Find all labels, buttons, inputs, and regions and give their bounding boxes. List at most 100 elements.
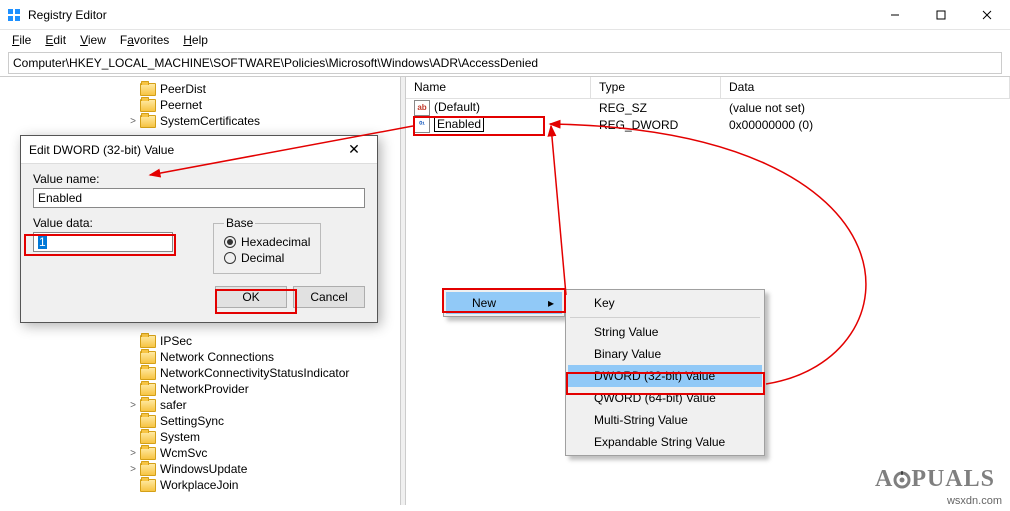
- window-controls: [872, 0, 1010, 30]
- context-menu-value-type: Key String ValueBinary ValueDWORD (32-bit…: [565, 289, 765, 456]
- maximize-button[interactable]: [918, 0, 964, 30]
- tree-item[interactable]: > SystemCertificates: [0, 113, 400, 129]
- watermark-site: wsxdn.com: [947, 495, 1002, 507]
- tree-item[interactable]: Peernet: [0, 97, 400, 113]
- tree-item[interactable]: > WindowsUpdate: [0, 461, 400, 477]
- tree-item-label: IPSec: [160, 334, 192, 348]
- tree-item-label: NetworkConnectivityStatusIndicator: [160, 366, 349, 380]
- folder-icon: [140, 447, 156, 460]
- tree-item-label: Network Connections: [160, 350, 274, 364]
- menu-item[interactable]: DWORD (32-bit) Value: [568, 365, 762, 387]
- tree-item[interactable]: System: [0, 429, 400, 445]
- context-menu-new: New ▸: [443, 289, 565, 317]
- tree-item[interactable]: IPSec: [0, 333, 400, 349]
- folder-icon: [140, 83, 156, 96]
- address-bar[interactable]: Computer\HKEY_LOCAL_MACHINE\SOFTWARE\Pol…: [8, 52, 1002, 74]
- menu-item[interactable]: Expandable String Value: [568, 431, 762, 453]
- tree-item-label: WorkplaceJoin: [160, 478, 238, 492]
- value-name-label: Value name:: [33, 172, 365, 186]
- tree-item-label: WindowsUpdate: [160, 462, 247, 476]
- folder-icon: [140, 463, 156, 476]
- tree-item[interactable]: NetworkConnectivityStatusIndicator: [0, 365, 400, 381]
- menu-view[interactable]: View: [74, 32, 112, 48]
- window-title: Registry Editor: [28, 8, 872, 22]
- value-data-label: Value data:: [33, 216, 173, 230]
- edit-dword-dialog: Edit DWORD (32-bit) Value ✕ Value name: …: [20, 135, 378, 323]
- menu-file[interactable]: File: [6, 32, 37, 48]
- folder-icon: [140, 415, 156, 428]
- tree-item-label: SettingSync: [160, 414, 224, 428]
- string-value-icon: ab: [414, 100, 430, 116]
- cancel-button[interactable]: Cancel: [293, 286, 365, 308]
- value-name: Enabled: [434, 116, 484, 132]
- tree-item-label: safer: [160, 398, 187, 412]
- list-row[interactable]: ⁰¹Enabled REG_DWORD0x00000000 (0): [406, 116, 1010, 133]
- value-type: REG_DWORD: [591, 118, 721, 132]
- folder-icon: [140, 99, 156, 112]
- folder-icon: [140, 115, 156, 128]
- tree-item-label: NetworkProvider: [160, 382, 249, 396]
- dialog-close-button[interactable]: ✕: [339, 141, 369, 158]
- list-row[interactable]: ab (Default) REG_SZ(value not set): [406, 99, 1010, 116]
- menu-help[interactable]: Help: [177, 32, 214, 48]
- folder-icon: [140, 479, 156, 492]
- menu-bar: File Edit View Favorites Help: [0, 30, 1010, 50]
- expander-icon[interactable]: >: [126, 464, 140, 475]
- expander-icon[interactable]: >: [126, 116, 140, 127]
- base-label: Base: [224, 216, 255, 230]
- tree-item[interactable]: > WcmSvc: [0, 445, 400, 461]
- tree-item-label: Peernet: [160, 98, 202, 112]
- close-button[interactable]: [964, 0, 1010, 30]
- tree-item-label: PeerDist: [160, 82, 206, 96]
- menu-item[interactable]: QWORD (64-bit) Value: [568, 387, 762, 409]
- menu-separator: [570, 317, 760, 318]
- menu-item-new[interactable]: New ▸: [446, 292, 562, 314]
- folder-icon: [140, 351, 156, 364]
- menu-edit[interactable]: Edit: [39, 32, 72, 48]
- value-name: (Default): [434, 100, 480, 114]
- tree-item[interactable]: > safer: [0, 397, 400, 413]
- tree-item-label: WcmSvc: [160, 446, 207, 460]
- value-data: (value not set): [721, 101, 1010, 115]
- folder-icon: [140, 367, 156, 380]
- col-header-name[interactable]: Name: [406, 77, 591, 98]
- folder-icon: [140, 335, 156, 348]
- value-name-field[interactable]: Enabled: [33, 188, 365, 208]
- tree-item-label: SystemCertificates: [160, 114, 260, 128]
- folder-icon: [140, 383, 156, 396]
- tree-item[interactable]: SettingSync: [0, 413, 400, 429]
- dialog-title: Edit DWORD (32-bit) Value: [29, 143, 174, 157]
- tree-item[interactable]: WorkplaceJoin: [0, 477, 400, 493]
- expander-icon[interactable]: >: [126, 448, 140, 459]
- ok-button[interactable]: OK: [215, 286, 287, 308]
- value-data-field[interactable]: 1: [33, 232, 173, 252]
- title-bar: Registry Editor: [0, 0, 1010, 30]
- menu-item[interactable]: Multi-String Value: [568, 409, 762, 431]
- menu-item[interactable]: String Value: [568, 321, 762, 343]
- address-text: Computer\HKEY_LOCAL_MACHINE\SOFTWARE\Pol…: [13, 56, 538, 70]
- radio-hexadecimal[interactable]: Hexadecimal: [224, 235, 310, 249]
- value-type: REG_SZ: [591, 101, 721, 115]
- chevron-right-icon: ▸: [548, 296, 554, 310]
- folder-icon: [140, 399, 156, 412]
- folder-icon: [140, 431, 156, 444]
- app-icon: [6, 7, 22, 23]
- col-header-data[interactable]: Data: [721, 77, 1010, 98]
- dialog-titlebar[interactable]: Edit DWORD (32-bit) Value ✕: [21, 136, 377, 164]
- tree-item[interactable]: PeerDist: [0, 81, 400, 97]
- dword-value-icon: ⁰¹: [414, 117, 430, 133]
- menu-item[interactable]: Binary Value: [568, 343, 762, 365]
- menu-item[interactable]: Key: [568, 292, 762, 314]
- tree-item[interactable]: Network Connections: [0, 349, 400, 365]
- list-header: Name Type Data: [406, 77, 1010, 99]
- expander-icon[interactable]: >: [126, 400, 140, 411]
- value-data: 0x00000000 (0): [721, 118, 1010, 132]
- radio-decimal[interactable]: Decimal: [224, 251, 310, 265]
- col-header-type[interactable]: Type: [591, 77, 721, 98]
- tree-item[interactable]: NetworkProvider: [0, 381, 400, 397]
- radio-icon: [224, 236, 236, 248]
- radio-icon: [224, 252, 236, 264]
- tree-item-label: System: [160, 430, 200, 444]
- minimize-button[interactable]: [872, 0, 918, 30]
- menu-favorites[interactable]: Favorites: [114, 32, 175, 48]
